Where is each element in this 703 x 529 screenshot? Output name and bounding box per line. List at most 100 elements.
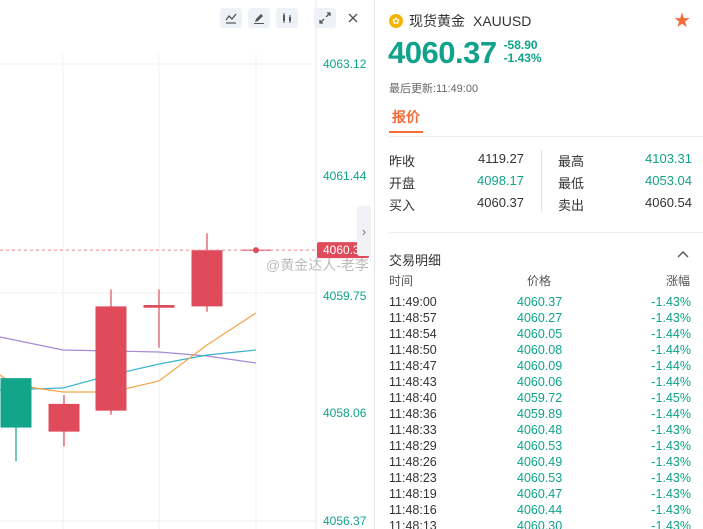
trade-row: 11:48:19 4060.47 -1.43%: [375, 486, 703, 502]
trade-price: 4060.47: [517, 487, 563, 501]
trade-price: 4060.09: [517, 359, 563, 373]
close-icon[interactable]: [342, 8, 364, 28]
kline-chart[interactable]: 4063.124061.444059.754058.064056.374060.…: [0, 0, 372, 529]
trade-change: -1.44%: [651, 343, 691, 357]
tab-divider: [389, 136, 703, 137]
change-box: -58.90 -1.43%: [504, 39, 542, 65]
ask-value: 4060.54: [645, 195, 692, 210]
ma-line-teal: [0, 349, 257, 391]
instrument-header: ✿ 现货黄金 XAUUSD: [389, 11, 531, 31]
trade-change: -1.44%: [651, 407, 691, 421]
trade-time: 11:48:54: [389, 327, 437, 341]
trade-price: 4060.05: [517, 327, 563, 341]
trade-price: 4060.06: [517, 375, 563, 389]
high-value: 4103.31: [645, 151, 692, 166]
trade-time: 11:48:16: [389, 503, 437, 517]
trade-price: 4060.08: [517, 343, 563, 357]
trade-change: -1.43%: [651, 471, 691, 485]
trade-change: -1.43%: [651, 519, 691, 529]
trade-row: 11:48:29 4060.53 -1.43%: [375, 438, 703, 454]
last-price: 4060.37: [388, 35, 497, 70]
trade-change: -1.43%: [651, 311, 691, 325]
bid-value: 4060.37: [477, 195, 524, 210]
fullscreen-icon[interactable]: [314, 8, 336, 28]
trade-change: -1.43%: [651, 455, 691, 469]
trade-row: 11:48:23 4060.53 -1.43%: [375, 470, 703, 486]
trade-time: 11:48:57: [389, 311, 437, 325]
current-price-dot: [253, 247, 259, 254]
price-axis-label: 4058.06: [323, 406, 367, 420]
trade-change: -1.43%: [651, 487, 691, 501]
price-axis-label: 4061.44: [323, 169, 367, 183]
collapse-panel-handle[interactable]: ›: [357, 206, 371, 256]
bid-label: 买入: [389, 198, 416, 213]
ma-line-purple: [0, 336, 257, 364]
trade-row: 11:48:43 4060.06 -1.44%: [375, 374, 703, 390]
candle-body: [191, 250, 223, 307]
trade-row: 11:48:26 4060.49 -1.43%: [375, 454, 703, 470]
favorite-star-icon[interactable]: ★: [673, 8, 691, 33]
trade-change: -1.45%: [651, 391, 691, 405]
instrument-name: 现货黄金: [409, 13, 465, 29]
trade-price: 4060.37: [517, 295, 563, 309]
price-change-percent: -1.43%: [503, 51, 542, 65]
quote-panel: ✿ 现货黄金 XAUUSD ★ 4060.37 -58.90 -1.43% 最后…: [374, 0, 703, 529]
gold-coin-icon: ✿: [389, 14, 403, 28]
trade-time: 11:48:29: [389, 439, 437, 453]
trade-change: -1.43%: [651, 503, 691, 517]
trade-row: 11:48:33 4060.48 -1.43%: [375, 422, 703, 438]
trade-row: 11:48:50 4060.08 -1.44%: [375, 342, 703, 358]
trade-change: -1.43%: [651, 439, 691, 453]
trade-list: 11:49:00 4060.37 -1.43% 11:48:57 4060.27 -1.4…: [375, 294, 703, 529]
trade-change: -1.43%: [651, 295, 691, 309]
indicator-icon[interactable]: [220, 8, 242, 28]
column-header-time: 时间: [389, 274, 414, 288]
stats-divider: [541, 150, 542, 212]
trade-price: 4060.48: [517, 423, 563, 437]
trade-row: 11:48:40 4059.72 -1.45%: [375, 390, 703, 406]
trade-time: 11:48:19: [389, 487, 437, 501]
trade-time: 11:48:43: [389, 375, 437, 389]
section-divider: [389, 232, 703, 233]
trade-time: 11:48:36: [389, 407, 437, 421]
prev-close-value: 4119.27: [477, 151, 524, 166]
candle-body: [0, 378, 32, 428]
trade-time: 11:48:50: [389, 343, 437, 357]
trade-change: -1.44%: [651, 375, 691, 389]
low-value: 4053.04: [645, 173, 692, 188]
chevron-right-icon: ›: [361, 223, 367, 239]
trade-time: 11:48:40: [389, 391, 437, 405]
trade-price: 4059.89: [517, 407, 563, 421]
candle-body: [95, 306, 127, 411]
column-header-price: 价格: [527, 274, 552, 288]
price-axis-label: 4059.75: [323, 289, 367, 303]
open-value: 4098.17: [477, 173, 524, 188]
active-tab-indicator: [389, 131, 423, 133]
candle-body: [143, 305, 175, 308]
price-axis-label: 4063.12: [323, 57, 367, 71]
trade-time: 11:48:47: [389, 359, 437, 373]
candle-body: [48, 403, 80, 432]
trade-change: -1.44%: [651, 327, 691, 341]
chevron-up-icon[interactable]: [677, 246, 689, 261]
price-axis-label: 4056.37: [323, 514, 367, 528]
chart-toolbar: [214, 8, 364, 28]
trade-time: 11:48:33: [389, 423, 437, 437]
chart-type-icon[interactable]: [276, 8, 298, 28]
trade-price: 4059.72: [517, 391, 563, 405]
tab-quote[interactable]: 报价: [392, 107, 420, 127]
trade-row: 11:48:13 4060.30 -1.43%: [375, 518, 703, 529]
trade-price: 4060.44: [517, 503, 563, 517]
draw-icon[interactable]: [248, 8, 270, 28]
price-row: 4060.37 -58.90 -1.43%: [388, 36, 542, 70]
low-label: 最低: [558, 176, 585, 191]
trade-row: 11:48:47 4060.09 -1.44%: [375, 358, 703, 374]
trade-price: 4060.49: [517, 455, 563, 469]
kline-chart-pane[interactable]: 4063.12 4061.44 4059.75 4058.06 4056.37 4060.…: [0, 0, 372, 529]
prev-close-label: 昨收: [389, 154, 416, 169]
trade-time: 11:48:23: [389, 471, 437, 485]
instrument-symbol: XAUUSD: [473, 13, 532, 29]
trade-price: 4060.27: [517, 311, 563, 325]
trade-row: 11:48:16 4060.44 -1.43%: [375, 502, 703, 518]
high-label: 最高: [558, 154, 585, 169]
